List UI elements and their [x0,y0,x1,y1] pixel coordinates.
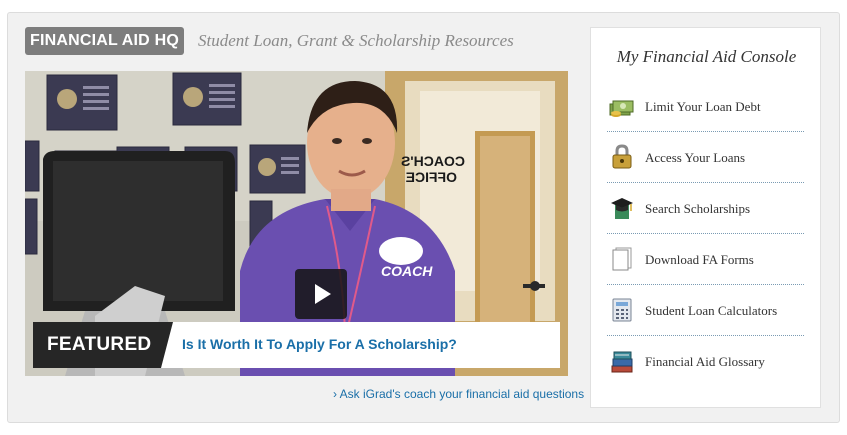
document-icon [612,247,632,271]
featured-label-slant [161,322,173,368]
console-item-download-forms[interactable]: Download FA Forms [607,234,804,285]
console-item-label: Student Loan Calculators [645,303,778,318]
console-item-glossary[interactable]: Financial Aid Glossary [607,336,804,387]
door-sign-line1: COACH'S [401,153,465,169]
console-list: Limit Your Loan Debt Access Your Loans S… [607,81,804,387]
play-icon [315,284,331,304]
console-item-loan-calculators[interactable]: Student Loan Calculators [607,285,804,336]
lock-icon [612,144,632,169]
graduation-cap-icon [611,198,633,219]
console-item-label: Search Scholarships [645,201,751,216]
money-icon [609,100,634,117]
calculator-icon [612,298,632,322]
console-title: My Financial Aid Console [616,47,797,66]
console-item-limit-loan-debt[interactable]: Limit Your Loan Debt [607,81,804,132]
console-item-search-scholarships[interactable]: Search Scholarships [607,183,804,234]
featured-video-title[interactable]: Is It Worth It To Apply For A Scholarshi… [182,336,457,352]
console-item-label: Download FA Forms [645,252,754,267]
section-tagline: Student Loan, Grant & Scholarship Resour… [198,31,514,50]
section-badge: FINANCIAL AID HQ [25,27,184,55]
financial-aid-console: My Financial Aid Console Limit Your Loan… [590,27,821,408]
door-sign-line2: OFFICE [406,169,457,185]
shirt-text: COACH [381,263,433,279]
ask-coach-link[interactable]: › Ask iGrad's coach your financial aid q… [333,387,584,401]
console-item-label: Limit Your Loan Debt [645,99,761,114]
console-item-access-loans[interactable]: Access Your Loans [607,132,804,183]
play-button[interactable] [295,269,347,319]
books-icon [611,351,633,373]
featured-bar: FEATURED Is It Worth It To Apply For A S… [33,322,560,368]
console-item-label: Access Your Loans [645,150,746,165]
featured-label: FEATURED [33,322,161,368]
console-item-label: Financial Aid Glossary [645,354,765,369]
